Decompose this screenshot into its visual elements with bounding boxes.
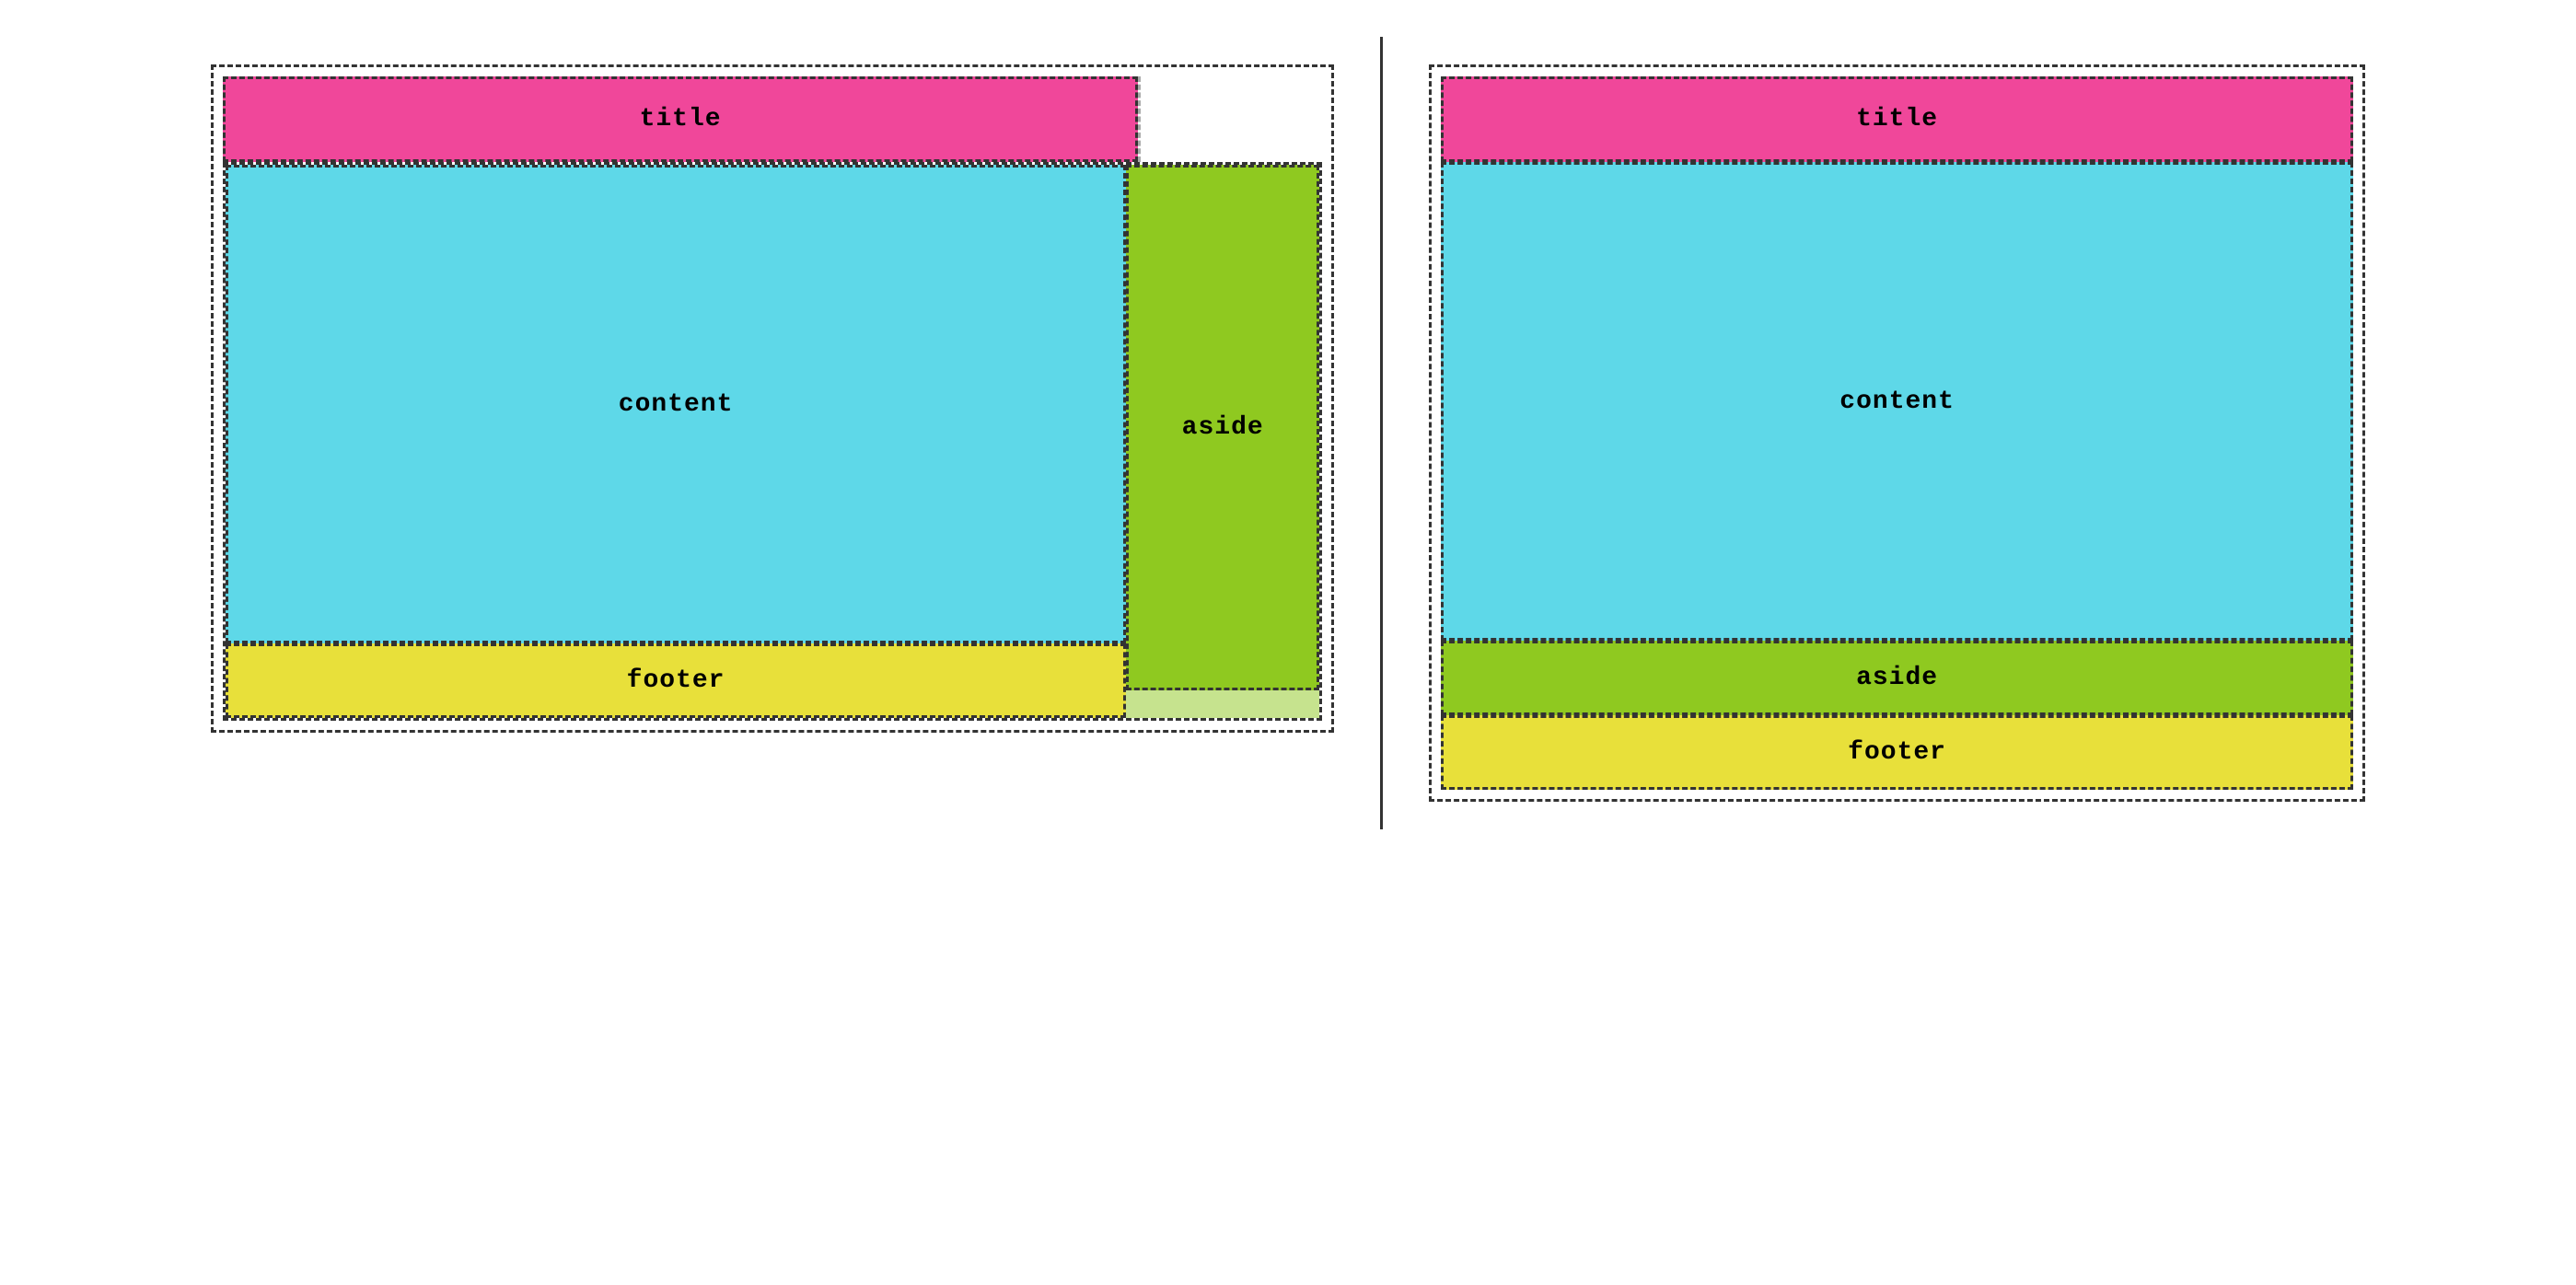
footer-right: footer [1441,715,2353,790]
title-aside-ghost [1138,76,1322,162]
outer-container-right: title content aside footer [1429,64,2365,802]
title-row-left: title [223,76,1322,162]
content-label-left: content [619,390,734,419]
content-right: content [1441,162,2353,641]
title-right: title [1441,76,2353,162]
footer-label-left: footer [627,666,725,695]
title-left: title [223,76,1138,162]
aside-col-left: aside [1126,165,1319,718]
content-label-right: content [1839,388,1955,416]
body-row-left: content footer aside [223,162,1322,721]
page-wrapper: title content footer aside [183,37,2393,829]
aside-label-right: aside [1856,664,1938,692]
title-label-right: title [1856,105,1938,133]
aside-right: aside [1441,641,2353,715]
content-left: content [226,165,1126,643]
layout-left: title content footer aside [183,37,1362,760]
footer-left: footer [226,643,1126,718]
content-footer-col: content footer [226,165,1126,718]
outer-container-left: title content footer aside [211,64,1334,733]
aside-left: aside [1126,165,1319,690]
aside-bottom-ghost [1126,690,1319,718]
layout-right: title content aside footer [1401,37,2393,829]
vertical-divider [1380,37,1383,829]
footer-label-right: footer [1848,738,1946,767]
aside-label-left: aside [1182,413,1264,442]
title-label-left: title [640,105,722,133]
